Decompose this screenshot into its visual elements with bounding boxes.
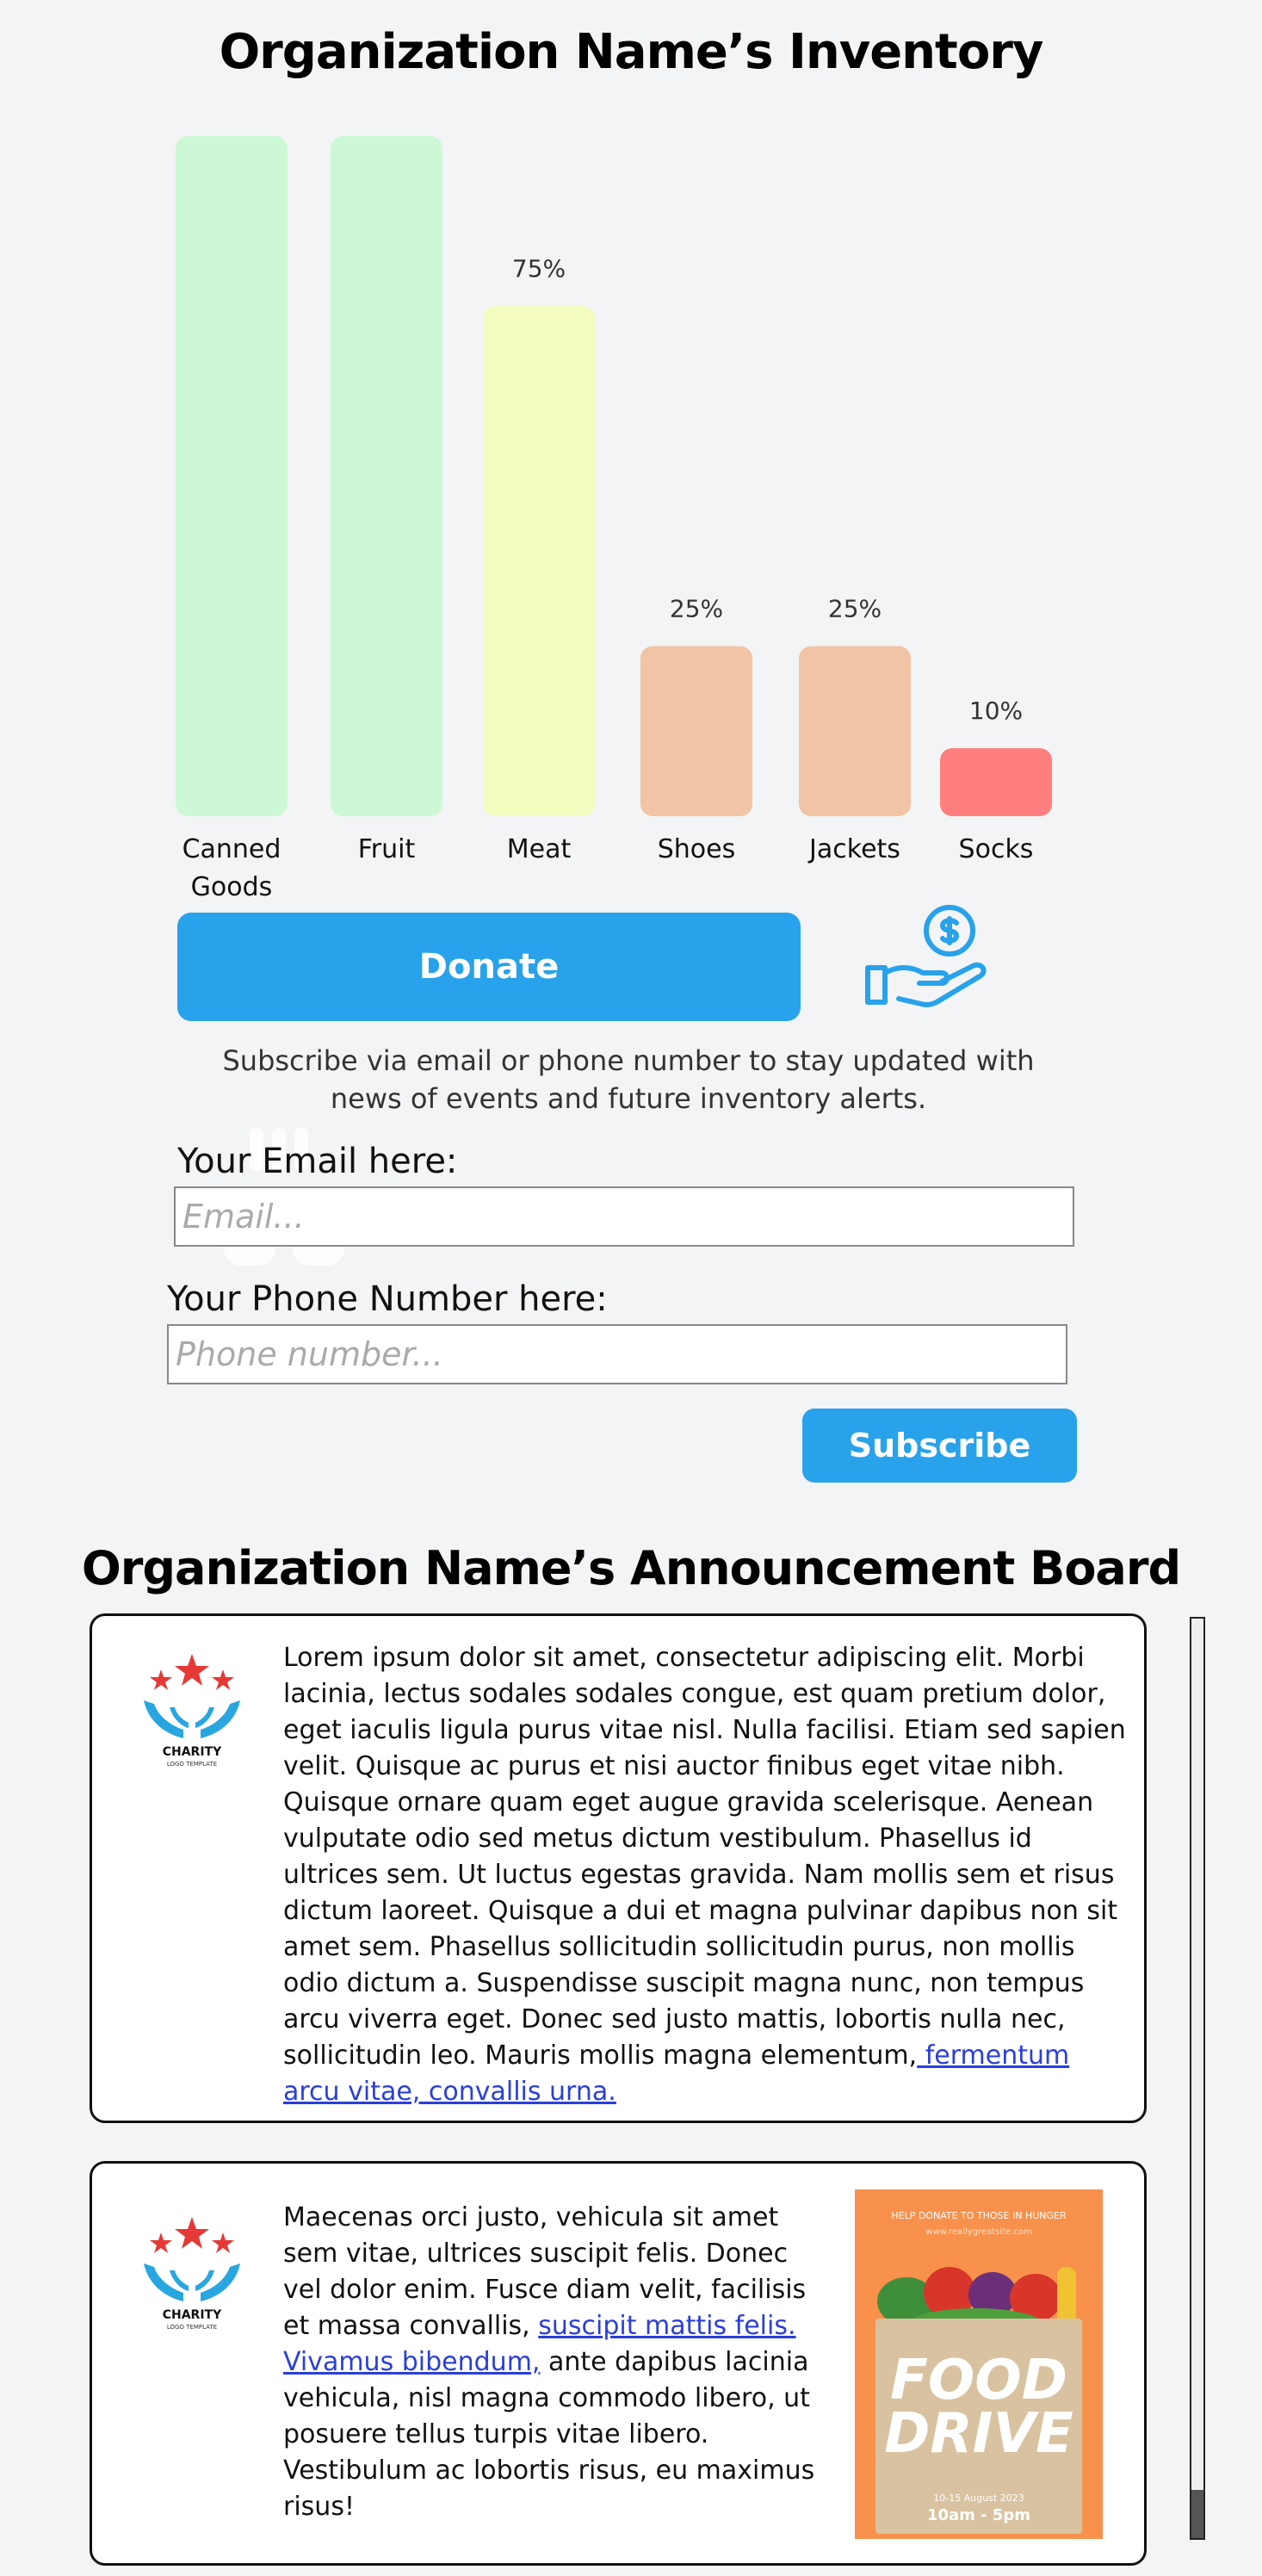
poster-time: 10am - 5pm	[926, 2506, 1031, 2524]
hand-dollar-icon[interactable]	[861, 902, 999, 1014]
category-label: Goods	[191, 872, 273, 902]
food-drive-poster: HELP DONATE TO THOSE IN HUNGER www.reall…	[855, 2189, 1103, 2539]
bar-value-label: 25%	[670, 595, 723, 623]
logo-subtext: LOGO TEMPLATE	[167, 1761, 217, 1768]
subscribe-description: Subscribe via email or phone number to s…	[222, 1044, 1035, 1115]
logo-text: CHARITY	[163, 1745, 222, 1759]
announcement-board-title: Organization Name’s Announcement Board	[81, 1541, 1181, 1595]
inventory-bar-chart: Canned Goods Fruit 75% Meat 25% Shoes 25% Jacket…	[176, 136, 1052, 902]
category-label: Jackets	[807, 834, 900, 864]
poster-headline: DRIVE	[884, 2402, 1073, 2466]
announcement-scrollbar[interactable]	[1190, 1617, 1205, 2540]
bar-shoes	[640, 646, 752, 816]
charity-logo: CHARITY LOGO TEMPLATE	[144, 2217, 240, 2331]
logo-text: CHARITY	[163, 2308, 222, 2322]
charity-logo: CHARITY LOGO TEMPLATE	[144, 1654, 240, 1768]
category-label: Meat	[507, 834, 572, 864]
poster-top-text: HELP DONATE TO THOSE IN HUNGER	[891, 2210, 1067, 2221]
bar-value-label: 10%	[969, 697, 1023, 725]
poster-date: 10-15 August 2023	[933, 2492, 1024, 2504]
category-label: Shoes	[658, 834, 736, 864]
bar-socks	[940, 748, 1052, 816]
poster-headline: FOOD	[890, 2349, 1067, 2412]
email-label: Your Email here:	[177, 1142, 458, 1181]
email-field[interactable]	[174, 1186, 1074, 1247]
donate-button[interactable]: Donate	[177, 913, 801, 1021]
category-label: Fruit	[358, 834, 416, 864]
bar-jackets	[799, 646, 911, 816]
bar-canned-goods	[176, 136, 288, 816]
bar-meat	[483, 306, 595, 816]
phone-label: Your Phone Number here:	[167, 1279, 608, 1319]
announcement-card: CHARITY LOGO TEMPLATE Maecenas orci just…	[90, 2161, 1147, 2566]
scrollbar-thumb[interactable]	[1191, 2490, 1203, 2538]
subscribe-button[interactable]: Subscribe	[802, 1409, 1077, 1483]
logo-subtext: LOGO TEMPLATE	[167, 2324, 217, 2331]
announcement-text: Lorem ipsum dolor sit amet, consectetur …	[283, 1640, 1127, 2110]
category-label: Canned	[182, 834, 281, 864]
announcement-text: Maecenas orci justo, vehicula sit amet s…	[283, 2200, 834, 2525]
phone-field[interactable]	[167, 1324, 1067, 1384]
bar-value-label: 75%	[512, 255, 566, 283]
bar-fruit	[331, 136, 442, 816]
poster-url: www.reallygreatsite.com	[925, 2227, 1032, 2237]
category-label: Socks	[959, 834, 1034, 864]
bar-value-label: 25%	[828, 595, 882, 623]
announcement-card: CHARITY LOGO TEMPLATE Lorem ipsum dolor …	[90, 1613, 1147, 2123]
announcement-body: Lorem ipsum dolor sit amet, consectetur …	[283, 1643, 1126, 2071]
